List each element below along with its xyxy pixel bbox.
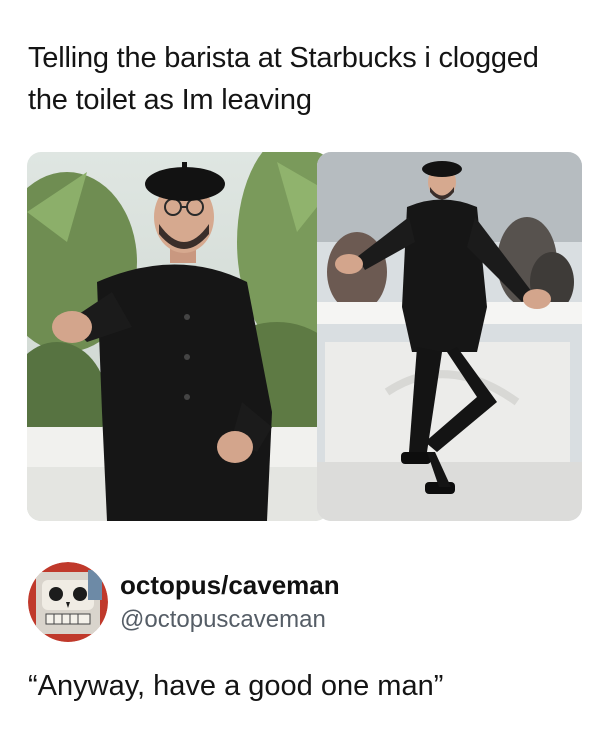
post-caption: Telling the barista at Starbucks i clogg… (28, 42, 539, 116)
author-display-name[interactable]: octopus/caveman (120, 570, 340, 601)
author-block[interactable]: octopus/caveman @octopuscaveman (28, 562, 580, 644)
photo-right[interactable] (317, 152, 582, 521)
photo-left[interactable] (27, 152, 329, 521)
post-reply-text: “Anyway, have a good one man” (28, 670, 444, 702)
skull-avatar-icon[interactable] (28, 562, 108, 642)
author-handle[interactable]: @octopuscaveman (120, 606, 326, 634)
photo-pointing-man (27, 152, 329, 521)
photo-leaning-man (317, 152, 582, 521)
